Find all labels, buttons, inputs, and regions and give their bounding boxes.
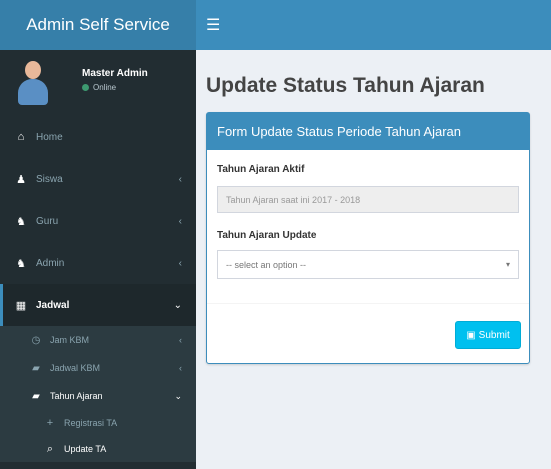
sidebar-item-label: Registrasi TA [64,418,118,428]
sidebar-item-label: Tahun Ajaran [50,391,103,401]
chevron-down-icon: ⌄ [174,390,182,401]
form-header: Form Update Status Periode Tahun Ajaran [207,113,529,150]
sidebar-item-registrasi-ta[interactable]: + Registrasi TA [0,410,196,436]
form-body: Tahun Ajaran Aktif Tahun Ajaran saat ini… [207,150,529,279]
user-name: Master Admin [82,68,148,79]
users-icon: ♞ [16,257,26,270]
user-panel: Master Admin Online [0,50,196,116]
update-year-select[interactable]: -- select an option -- ▾ [217,250,519,279]
chevron-left-icon: ‹ [178,257,182,269]
sidebar-menu: ⌂ Home ♟ Siswa ‹ ♞ Guru ‹ ♞ Admin ‹ ▦ Ja… [0,116,196,326]
update-year-label: Tahun Ajaran Update [217,230,317,241]
sidebar-item-guru[interactable]: ♞ Guru ‹ [0,200,196,242]
form-footer: ▣ Submit [207,303,529,363]
sidebar-item-siswa[interactable]: ♟ Siswa ‹ [0,158,196,200]
submit-button[interactable]: ▣ Submit [455,321,521,349]
brand-title: Admin Self Service [26,15,170,34]
search-icon: ⌕ [46,442,54,455]
sidebar-item-update-ta[interactable]: ⌕ Update TA [0,436,196,462]
book-icon: ▰ [32,390,40,402]
sidebar-item-label: Jam KBM [50,335,90,345]
active-year-field: Tahun Ajaran saat ini 2017 - 2018 [217,186,519,213]
sidebar-item-jadwal-kbm[interactable]: ▰ Jadwal KBM ‹ [0,354,196,382]
active-year-label: Tahun Ajaran Aktif [217,164,305,175]
form-box: Form Update Status Periode Tahun Ajaran … [206,112,530,364]
home-icon: ⌂ [17,131,25,143]
sidebar-item-admin[interactable]: ♞ Admin ‹ [0,242,196,284]
jadwal-submenu: ◷ Jam KBM ‹ ▰ Jadwal KBM ‹ ▰ Tahun Ajara… [0,326,196,462]
plus-icon: + [46,417,54,429]
clock-icon: ◷ [31,334,41,346]
sidebar-item-jadwal[interactable]: ▦ Jadwal ⌄ [0,284,196,326]
sidebar-item-label: Update TA [64,444,107,454]
chevron-left-icon: ‹ [178,215,182,227]
sidebar-item-label: Jadwal [36,299,70,311]
sidebar-item-home[interactable]: ⌂ Home [0,116,196,158]
sidebar-item-jam-kbm[interactable]: ◷ Jam KBM ‹ [0,326,196,354]
calendar-icon: ▦ [15,299,27,312]
online-dot-icon [82,84,89,91]
brand-logo[interactable]: Admin Self Service [0,0,196,50]
page-title: Update Status Tahun Ajaran [206,74,485,97]
menu-toggle-icon[interactable]: ☰ [196,15,220,35]
chevron-left-icon: ‹ [179,335,182,345]
user-icon: ♟ [16,173,26,186]
sidebar-item-label: Guru [36,215,59,227]
select-value: -- select an option -- [226,259,307,270]
chevron-down-icon: ▾ [505,260,510,269]
chevron-left-icon: ‹ [179,363,182,373]
submit-label: Submit [478,329,510,341]
sidebar: Master Admin Online ⌂ Home ♟ Siswa ‹ ♞ G… [0,50,196,469]
sidebar-item-label: Siswa [36,173,63,185]
sidebar-item-label: Admin [36,257,65,269]
chevron-down-icon: ⌄ [173,299,182,311]
chevron-left-icon: ‹ [178,173,182,185]
users-icon: ♞ [16,215,26,228]
save-icon: ▣ [466,329,476,341]
sidebar-item-label: Home [36,131,63,143]
book-icon: ▰ [32,362,40,374]
top-navbar: ☰ [196,0,551,50]
sidebar-item-tahun-ajaran[interactable]: ▰ Tahun Ajaran ⌄ [0,382,196,410]
user-status: Online [82,83,148,92]
sidebar-item-label: Jadwal KBM [50,363,101,373]
avatar [18,61,48,105]
